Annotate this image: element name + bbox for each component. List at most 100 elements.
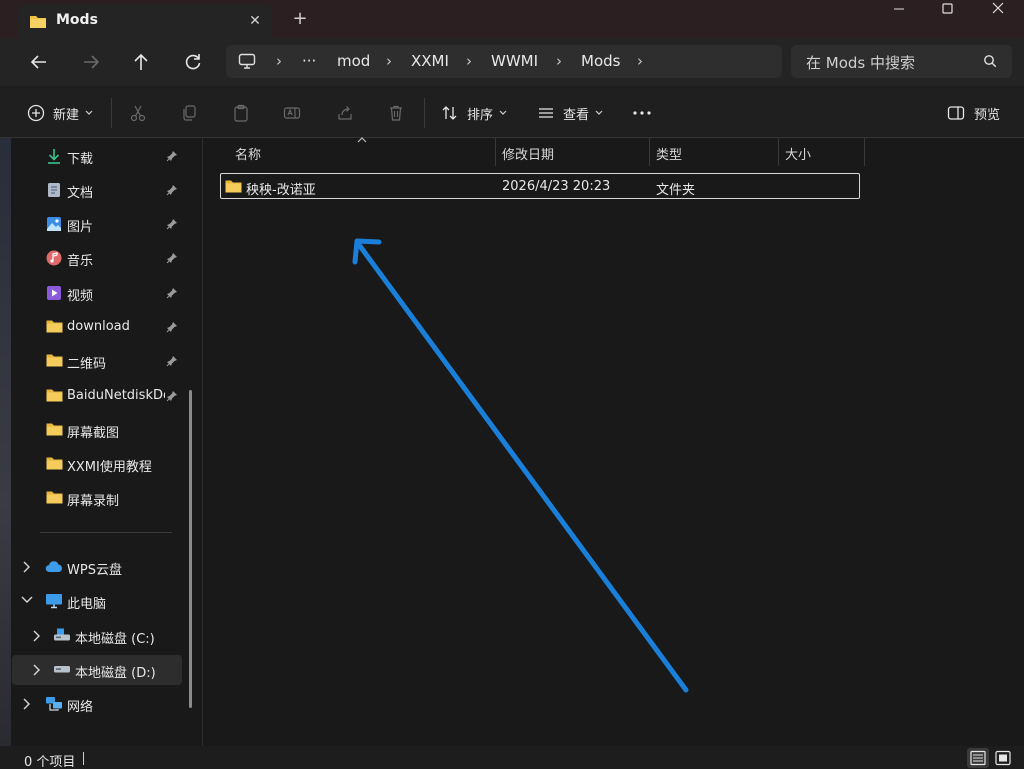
preview-label: 预览	[974, 107, 1001, 123]
plus-circle-icon	[27, 104, 45, 122]
command-bar: 新建 排序 查看 预览	[0, 86, 1024, 138]
delete-button[interactable]	[387, 102, 405, 124]
tiles-view-button[interactable]	[992, 748, 1014, 768]
sidebar-item-downloads[interactable]: 下载	[0, 141, 190, 171]
pin-icon[interactable]	[166, 390, 178, 402]
new-button[interactable]: 新建	[27, 102, 93, 124]
pin-icon[interactable]	[166, 321, 178, 333]
sidebar-item-drive-d[interactable]: 本地磁盘 (D:)	[12, 655, 182, 685]
pin-icon[interactable]	[166, 355, 178, 367]
folder-icon	[46, 457, 63, 470]
picture-icon	[47, 217, 61, 231]
close-window-button[interactable]	[974, 0, 1020, 24]
maximize-button[interactable]	[924, 0, 970, 24]
sidebar-item-screen-recording-folder[interactable]: 屏幕录制	[0, 483, 190, 513]
sidebar-item-videos[interactable]: 视频	[0, 278, 190, 308]
rename-button[interactable]	[283, 102, 301, 124]
paste-button[interactable]	[232, 102, 250, 124]
sort-button[interactable]: 排序	[441, 102, 507, 124]
pin-icon[interactable]	[166, 184, 178, 196]
cloud-icon	[45, 561, 62, 573]
search-box[interactable]: 在 Mods 中搜索	[791, 45, 1012, 78]
preview-pane-button[interactable]: 预览	[947, 102, 1000, 124]
chevron-right-icon[interactable]	[22, 698, 30, 710]
refresh-button[interactable]	[178, 48, 208, 76]
more-options-button[interactable]	[632, 102, 652, 124]
monitor-icon	[46, 594, 62, 609]
sidebar-item-label: 视频	[67, 289, 94, 304]
pin-icon[interactable]	[166, 287, 178, 299]
toolbar-divider	[424, 98, 425, 128]
share-button[interactable]	[336, 102, 354, 124]
status-divider	[83, 752, 84, 765]
tab-title: Mods	[56, 12, 98, 28]
column-header-type[interactable]: 类型	[650, 138, 778, 166]
column-header-size[interactable]: 大小	[779, 138, 864, 166]
clipboard-icon	[234, 104, 248, 122]
tab-mods[interactable]: Mods ✕	[18, 4, 272, 38]
preview-pane-icon	[947, 106, 965, 120]
back-button[interactable]	[24, 48, 54, 76]
column-header-modified[interactable]: 修改日期	[496, 138, 649, 166]
details-view-icon	[970, 750, 986, 766]
file-list-pane[interactable]: 名称 修改日期 类型 大小	[203, 138, 1024, 746]
sidebar-item-label: 文档	[67, 186, 94, 201]
sidebar-item-wps-cloud[interactable]: WPS云盘	[0, 552, 190, 582]
sidebar-item-network[interactable]: 网络	[0, 689, 190, 719]
sidebar-item-baidu-folder[interactable]: BaiduNetdiskDownload	[0, 381, 190, 411]
tab-close-button[interactable]: ✕	[244, 10, 266, 32]
breadcrumb-wwmi[interactable]: WWMI	[491, 52, 538, 70]
breadcrumb-separator: ›	[637, 52, 643, 70]
chevron-right-icon[interactable]	[22, 561, 30, 573]
chevron-right-icon[interactable]	[32, 630, 40, 642]
sidebar-item-label: download	[67, 319, 130, 334]
breadcrumb-separator: ›	[466, 52, 472, 70]
chevron-down-icon	[595, 110, 603, 115]
pin-icon[interactable]	[166, 252, 178, 264]
sidebar-item-xxmi-tutorial-folder[interactable]: XXMI使用教程	[0, 449, 190, 479]
column-resize-handle[interactable]	[864, 138, 865, 166]
sidebar-item-drive-c[interactable]: 本地磁盘 (C:)	[0, 621, 190, 651]
breadcrumb-mods[interactable]: Mods	[581, 52, 620, 70]
close-icon	[992, 2, 1004, 14]
forward-button[interactable]	[76, 48, 106, 76]
folder-icon	[46, 423, 63, 436]
new-tab-button[interactable]: +	[288, 8, 312, 30]
sidebar-item-documents[interactable]: 文档	[0, 175, 190, 205]
sort-label: 排序	[467, 107, 494, 123]
sidebar-scrollbar[interactable]	[189, 390, 192, 708]
folder-icon	[46, 320, 63, 333]
details-view-button[interactable]	[967, 748, 989, 768]
folder-icon	[46, 389, 63, 402]
cut-button[interactable]	[129, 102, 147, 124]
file-modified: 2026/4/23 20:23	[502, 179, 611, 194]
item-count: 0 个项目	[24, 755, 76, 769]
sidebar-item-label: 屏幕录制	[67, 494, 120, 509]
breadcrumb-xxmi[interactable]: XXMI	[411, 52, 449, 70]
file-type: 文件夹	[656, 183, 696, 198]
chevron-down-icon[interactable]	[21, 595, 33, 603]
file-row[interactable]: 秧秧-改诺亚 2026/4/23 20:23 文件夹	[220, 173, 860, 199]
pin-icon[interactable]	[166, 150, 178, 162]
view-button[interactable]: 查看	[537, 102, 603, 124]
arrow-up-icon	[134, 53, 148, 70]
folder-icon	[46, 354, 63, 367]
sidebar-item-music[interactable]: 音乐	[0, 243, 190, 273]
sidebar-item-pictures[interactable]: 图片	[0, 209, 190, 239]
sidebar-item-qrcode-folder[interactable]: 二维码	[0, 346, 190, 376]
breadcrumb-mod[interactable]: mod	[337, 52, 370, 70]
sidebar-item-this-pc[interactable]: 此电脑	[0, 586, 190, 616]
address-bar[interactable]: › ··· mod › XXMI › WWMI › Mods ›	[226, 45, 782, 78]
sidebar-item-label: 本地磁盘 (C:)	[75, 632, 155, 647]
breadcrumb-overflow[interactable]: ···	[302, 52, 316, 70]
up-button[interactable]	[126, 48, 156, 76]
sidebar-item-label: BaiduNetdiskDownload	[67, 388, 165, 403]
view-label: 查看	[563, 107, 590, 123]
sidebar-item-download-folder[interactable]: download	[0, 312, 190, 342]
chevron-right-icon[interactable]	[32, 664, 40, 676]
minimize-button[interactable]	[876, 0, 922, 24]
copy-button[interactable]	[180, 102, 198, 124]
pin-icon[interactable]	[166, 218, 178, 230]
sidebar-item-screenshots-folder[interactable]: 屏幕截图	[0, 415, 190, 445]
maximize-icon	[942, 3, 953, 14]
